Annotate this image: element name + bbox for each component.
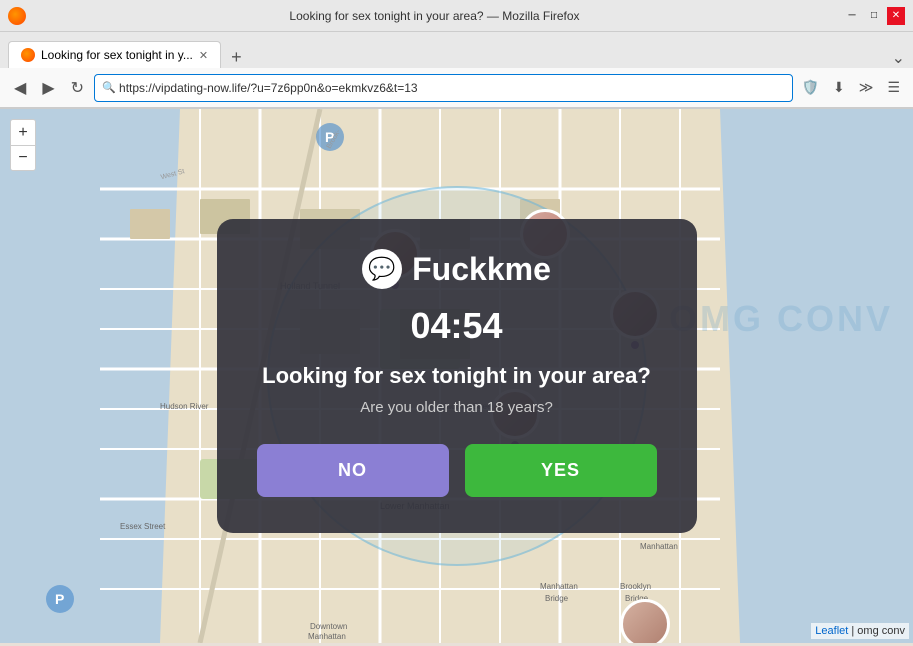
logo-emoji: 💬	[368, 256, 395, 282]
countdown-timer: 04:54	[257, 305, 657, 347]
bookmark-shield-button[interactable]: 🛡️	[797, 75, 824, 100]
modal-overlay: 💬 Fuckkme 04:54 Looking for sex tonight …	[0, 109, 913, 643]
tab-close-button[interactable]: ✕	[199, 49, 208, 62]
search-icon: 🔍	[102, 81, 116, 94]
tab-overflow-button[interactable]: ⌄	[892, 48, 905, 68]
minimize-button[interactable]: ─	[843, 7, 861, 25]
firefox-icon	[8, 7, 26, 25]
menu-button[interactable]: ☰	[882, 75, 905, 100]
browser-title: Looking for sex tonight in your area? — …	[26, 9, 843, 23]
active-tab[interactable]: Looking for sex tonight in y... ✕	[8, 41, 221, 68]
modal-subtitle: Are you older than 18 years?	[257, 399, 657, 416]
back-button[interactable]: ◀	[8, 74, 32, 102]
window-controls: ─ □ ✕	[843, 7, 905, 25]
more-tools-button[interactable]: ≫	[854, 75, 879, 100]
modal-title: Looking for sex tonight in your area?	[257, 363, 657, 389]
nav-bar: ◀ ▶ ↻ 🔍 🛡️ ⬇ ≫ ☰	[0, 68, 913, 108]
logo-icon: 💬	[362, 249, 402, 289]
yes-button[interactable]: YES	[465, 444, 657, 497]
title-bar-left	[8, 7, 26, 25]
tab-title: Looking for sex tonight in y...	[41, 48, 193, 62]
new-tab-button[interactable]: +	[225, 47, 248, 68]
nav-icons: 🛡️ ⬇ ≫ ☰	[797, 75, 905, 100]
map-container: Holland Tunnel Hudson River Essex Street…	[0, 109, 913, 643]
browser-chrome: Looking for sex tonight in your area? — …	[0, 0, 913, 109]
download-button[interactable]: ⬇	[828, 75, 850, 100]
maximize-button[interactable]: □	[865, 7, 883, 25]
title-bar: Looking for sex tonight in your area? — …	[0, 0, 913, 32]
forward-button[interactable]: ▶	[36, 74, 60, 102]
modal-logo: 💬 Fuckkme	[257, 249, 657, 289]
url-bar-wrapper: 🔍	[94, 74, 793, 102]
no-button[interactable]: NO	[257, 444, 449, 497]
age-verification-modal: 💬 Fuckkme 04:54 Looking for sex tonight …	[217, 219, 697, 533]
close-button[interactable]: ✕	[887, 7, 905, 25]
refresh-button[interactable]: ↻	[65, 74, 90, 102]
tab-favicon	[21, 48, 35, 62]
modal-buttons: NO YES	[257, 444, 657, 497]
tab-bar: Looking for sex tonight in y... ✕ + ⌄	[0, 32, 913, 68]
logo-text: Fuckkme	[412, 251, 551, 288]
url-input[interactable]	[94, 74, 793, 102]
